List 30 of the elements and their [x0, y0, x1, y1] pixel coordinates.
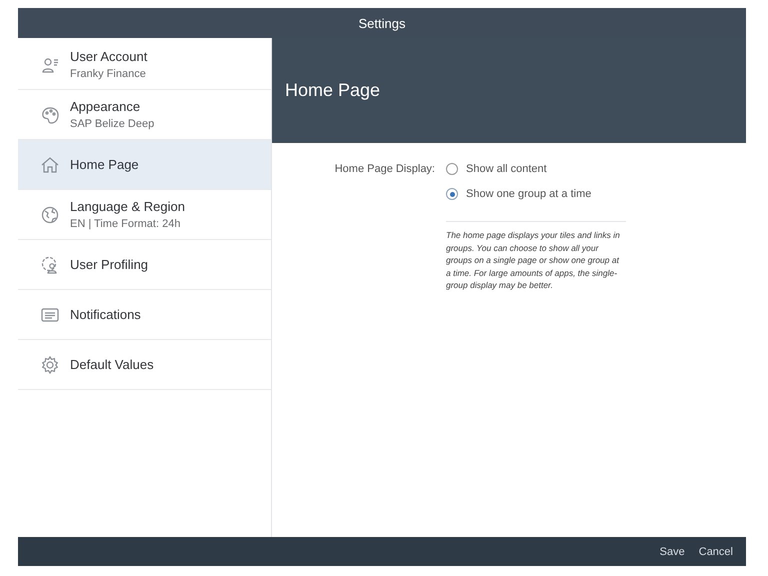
sidebar-item[interactable]: User Profiling — [18, 240, 271, 290]
field-label: Home Page Display: — [334, 162, 435, 177]
item-label: Language & Region — [70, 199, 185, 214]
option-label: Show one group at a time — [466, 188, 592, 200]
radio-button[interactable] — [446, 163, 458, 175]
item-label: User Account — [70, 49, 148, 64]
radio-button[interactable] — [446, 188, 458, 200]
item-label: Home Page — [70, 157, 139, 172]
window-title: Settings — [358, 16, 406, 30]
sidebar-item[interactable]: Notifications — [18, 290, 271, 340]
item-detail: Franky Finance — [70, 68, 147, 80]
description-text: The home page displays your tiles and links in groups. You can choose to show all your groups on a single page or show one group at a time. For large amounts of apps, the single-group display may be better. — [446, 229, 621, 292]
footer-button[interactable]: Save — [652, 542, 692, 562]
sidebar-item[interactable]: Default Values — [18, 340, 271, 390]
item-label: Appearance — [70, 99, 142, 114]
item-label: Notifications — [70, 307, 141, 322]
sidebar-item[interactable]: User Account Franky Finance — [18, 40, 271, 90]
sidebar-item[interactable]: Language & Region EN | Time Format: 24h — [18, 190, 271, 240]
item-detail: SAP Belize Deep — [70, 118, 154, 130]
page-title: Home Page — [285, 80, 380, 101]
sidebar-item[interactable]: Home Page — [18, 140, 271, 190]
home-icon — [40, 154, 60, 174]
item-label: Default Values — [70, 357, 154, 372]
gear-icon — [40, 354, 60, 374]
palette-icon — [40, 104, 60, 124]
item-detail: EN | Time Format: 24h — [70, 218, 182, 230]
globe-icon — [40, 204, 60, 224]
footer-button[interactable]: Cancel — [692, 542, 740, 562]
item-label: User Profiling — [70, 257, 148, 272]
option-label: Show all content — [466, 163, 547, 175]
